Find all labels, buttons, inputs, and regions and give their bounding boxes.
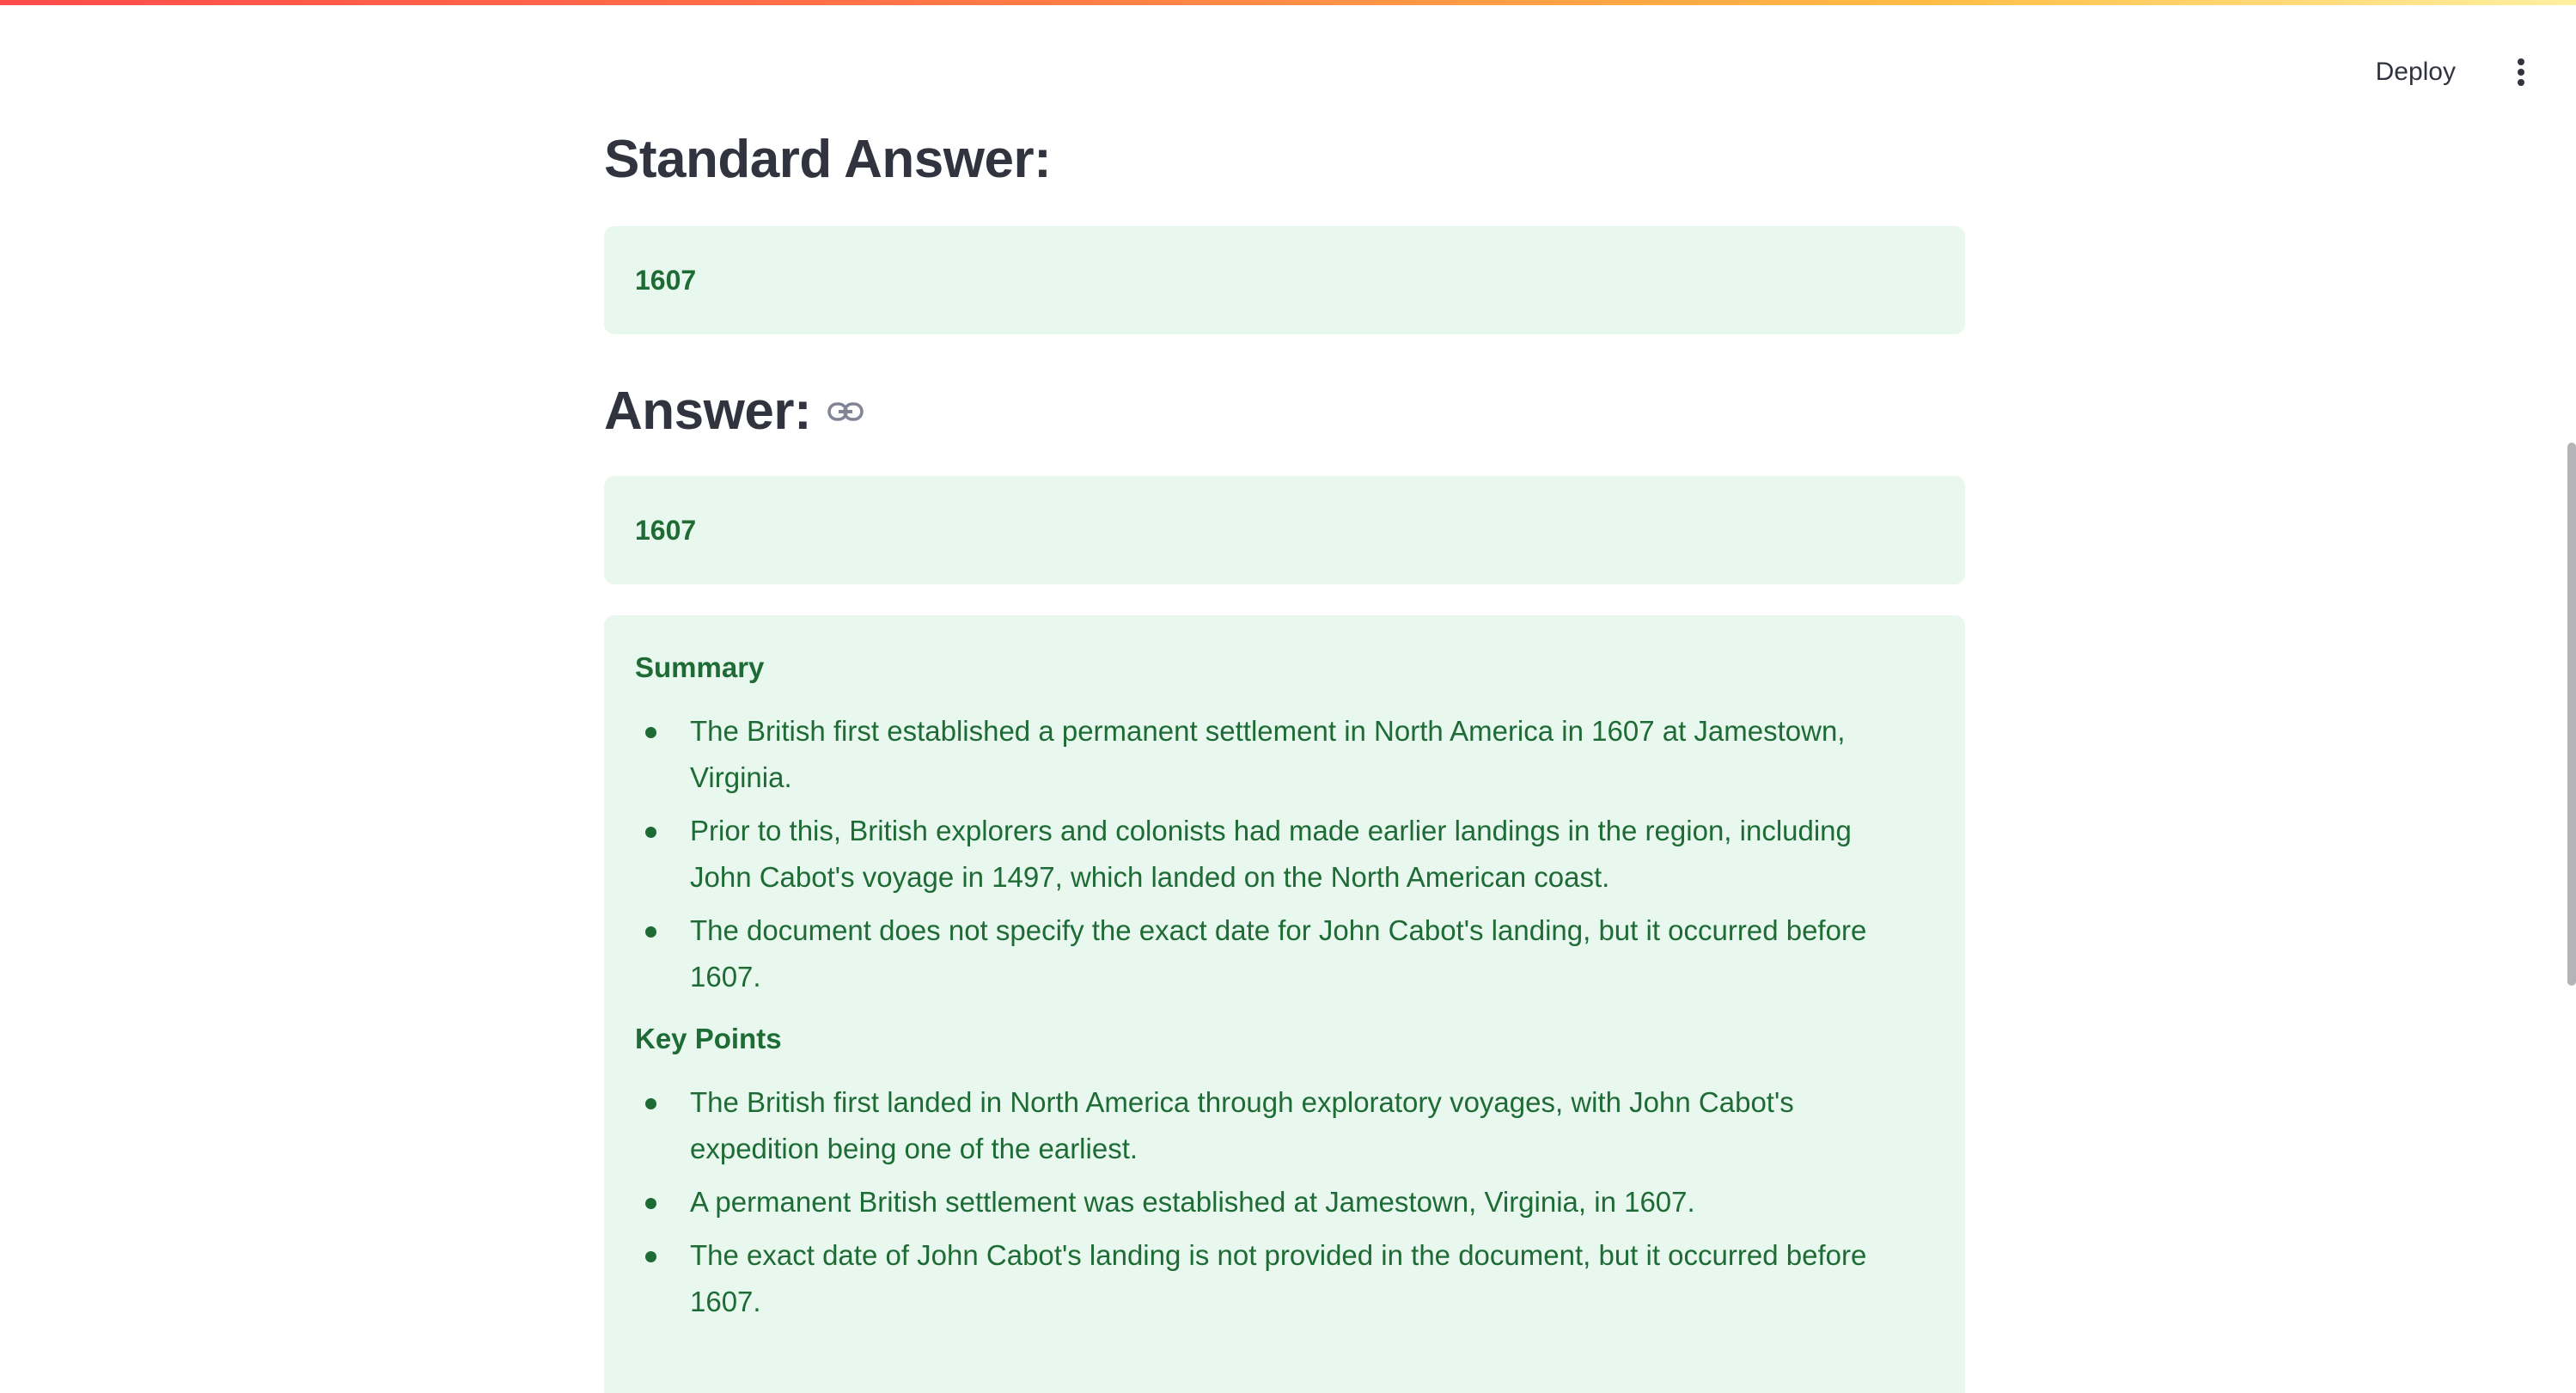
answer-heading-text: Answer: [604, 382, 812, 441]
key-points-heading: Key Points [635, 1023, 782, 1054]
bullet-icon [645, 1198, 656, 1209]
bullet-icon [645, 1098, 656, 1109]
summary-item: The British first established a permanen… [635, 708, 1934, 801]
key-point-item: The exact date of John Cabot's landing i… [635, 1232, 1934, 1325]
key-point-item-text: The exact date of John Cabot's landing i… [690, 1239, 1867, 1317]
bullet-icon [645, 926, 656, 938]
summary-list: The British first established a permanen… [635, 708, 1934, 1000]
summary-item-text: The British first established a permanen… [690, 715, 1846, 793]
deploy-button[interactable]: Deploy [2362, 52, 2469, 93]
key-points-list: The British first landed in North Americ… [635, 1079, 1934, 1325]
standard-answer-box: 1607 [604, 226, 1965, 334]
summary-item: Prior to this, British explorers and col… [635, 808, 1934, 901]
summary-item-text: The document does not specify the exact … [690, 914, 1867, 993]
key-point-item: A permanent British settlement was estab… [635, 1179, 1934, 1225]
answer-value: 1607 [635, 515, 697, 546]
answer-box: 1607 [604, 476, 1965, 584]
summary-heading: Summary [635, 651, 765, 683]
top-decoration-bar [0, 0, 2576, 5]
page-scrollbar[interactable] [2567, 443, 2576, 986]
bullet-icon [645, 1251, 656, 1262]
app-header: Deploy [2232, 45, 2576, 100]
standard-answer-value: 1607 [635, 265, 697, 296]
summary-item: The document does not specify the exact … [635, 907, 1934, 1000]
key-point-item-text: A permanent British settlement was estab… [690, 1186, 1695, 1218]
vertical-dots-icon [2518, 58, 2524, 86]
standard-answer-heading: Standard Answer: [604, 130, 1052, 189]
bullet-icon [645, 727, 656, 738]
bullet-icon [645, 827, 656, 838]
summary-item-text: Prior to this, British explorers and col… [690, 815, 1852, 893]
main-menu-button[interactable] [2500, 52, 2542, 93]
app-page: Deploy Standard Answer: 1607 Answer: 160… [0, 0, 2576, 1393]
answer-heading: Answer: [604, 381, 866, 442]
key-point-item-text: The British first landed in North Americ… [690, 1086, 1794, 1164]
link-icon[interactable] [827, 399, 866, 425]
answer-details-box: Summary The British first established a … [604, 615, 1965, 1393]
key-point-item: The British first landed in North Americ… [635, 1079, 1934, 1172]
